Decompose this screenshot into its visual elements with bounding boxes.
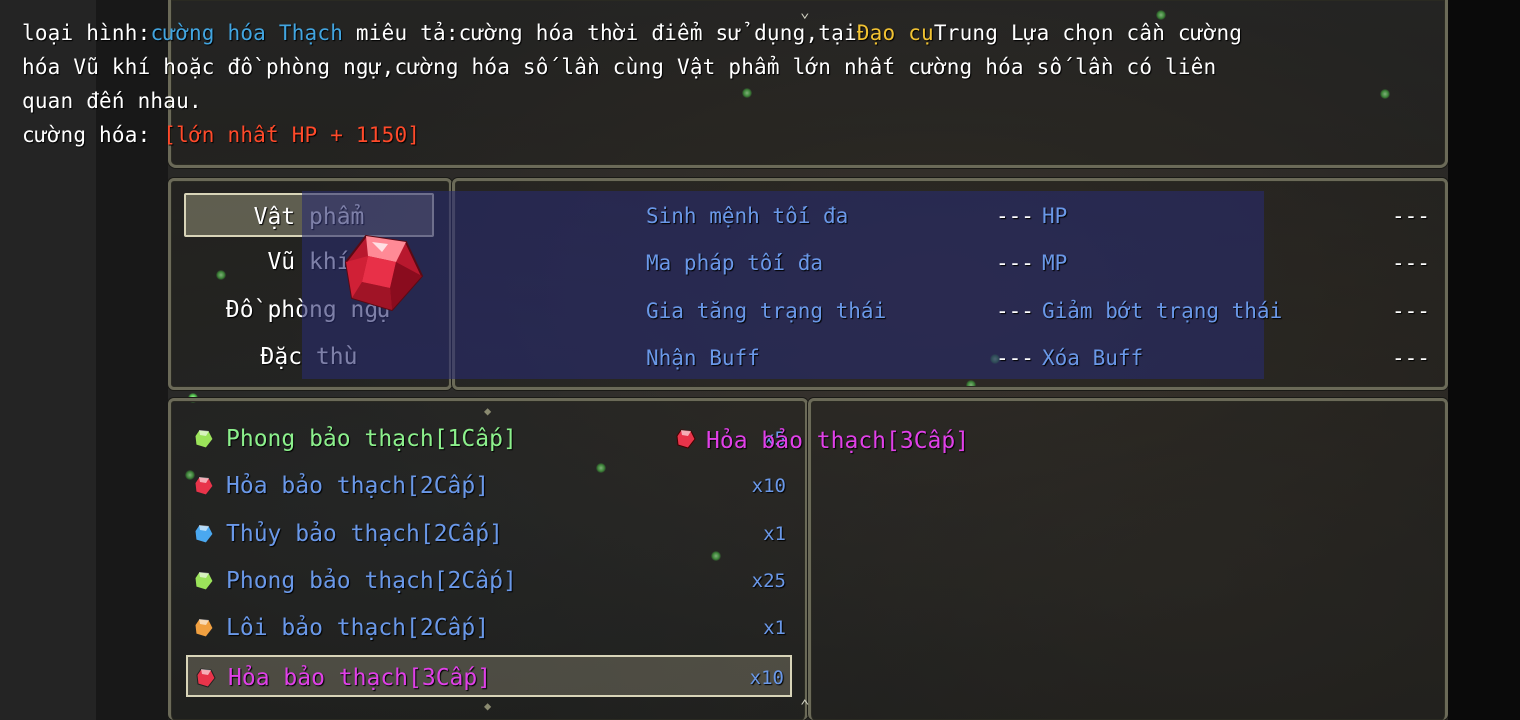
red-gem-icon	[194, 476, 214, 496]
stat-value-add-buff: ---	[996, 346, 1034, 370]
type-value: cường hóa Thạch	[150, 21, 344, 45]
stat-value-max-mp: ---	[996, 251, 1034, 275]
stat-label-max-hp: Sinh mệnh tối đa	[646, 204, 849, 228]
item-description: loại hình:cường hóa Thạch miêu tả:cường …	[22, 16, 1252, 152]
stat-value-remove-buff: ---	[1392, 346, 1430, 370]
list-item[interactable]: Phong bảo thạch[2Cấp] x25	[186, 560, 792, 602]
stat-value-max-hp: ---	[996, 204, 1034, 228]
stat-label-add-state: Gia tăng trạng thái	[646, 299, 887, 323]
list-item-quantity: x1	[763, 523, 786, 545]
enhance-label: cường hóa:	[22, 123, 164, 147]
ruby-gem-icon	[344, 234, 424, 312]
scroll-down-chevron-icon[interactable]: ⌃	[800, 698, 810, 714]
type-label: loại hình:	[22, 21, 151, 45]
list-item-name: Lôi bảo thạch[2Cấp]	[226, 615, 490, 641]
enhance-value: [lớn nhất HP + 1150]	[163, 123, 421, 147]
list-item[interactable]: Hỏa bảo thạch[3Cấp] x10	[186, 655, 792, 697]
stat-label-hp: HP	[1042, 204, 1068, 228]
result-item-name: Hỏa bảo thạch[3Cấp]	[706, 428, 970, 454]
description-label: miêu tả:cường hóa thời điểm sử dụng,tại	[343, 21, 857, 45]
item-link[interactable]: Đạo cụ	[857, 21, 934, 45]
list-item-quantity: x25	[751, 570, 786, 592]
diamond-ornament-icon: ◆	[484, 404, 492, 418]
list-item[interactable]: Lôi bảo thạch[2Cấp] x1	[186, 607, 792, 649]
list-item-name: Hỏa bảo thạch[2Cấp]	[226, 473, 490, 499]
list-item-name: Hỏa bảo thạch[3Cấp]	[228, 665, 492, 691]
blue-gem-icon	[194, 524, 214, 544]
list-item[interactable]: Thủy bảo thạch[2Cấp] x1	[186, 513, 792, 555]
red-gem-icon	[676, 429, 696, 449]
stat-label-mp: MP	[1042, 251, 1068, 275]
list-item-quantity: x10	[751, 475, 786, 497]
green-gem-icon	[194, 429, 214, 449]
stat-label-remove-state: Giảm bớt trạng thái	[1042, 299, 1283, 323]
stat-value-remove-state: ---	[1392, 299, 1430, 323]
stat-value-add-state: ---	[996, 299, 1034, 323]
stat-label-add-buff: Nhận Buff	[646, 346, 760, 370]
list-item-name: Thủy bảo thạch[2Cấp]	[226, 521, 503, 547]
green-gem-icon	[194, 571, 214, 591]
stat-value-mp: ---	[1392, 251, 1430, 275]
list-item-quantity: x1	[763, 617, 786, 639]
list-item-name: Phong bảo thạch[1Cấp]	[226, 426, 517, 452]
list-item[interactable]: Hỏa bảo thạch[2Cấp] x10	[186, 465, 792, 507]
stat-label-max-mp: Ma pháp tối đa	[646, 251, 824, 275]
result-item[interactable]: Hỏa bảo thạch[3Cấp]	[672, 420, 1232, 462]
list-item-name: Phong bảo thạch[2Cấp]	[226, 568, 517, 594]
list-item-quantity: x10	[749, 667, 784, 689]
red-gem-icon	[196, 668, 216, 688]
diamond-ornament-icon: ◆	[484, 699, 492, 713]
right-margin	[1448, 0, 1520, 720]
stat-label-remove-buff: Xóa Buff	[1042, 346, 1144, 370]
stat-value-hp: ---	[1392, 204, 1430, 228]
orange-gem-icon	[194, 618, 214, 638]
